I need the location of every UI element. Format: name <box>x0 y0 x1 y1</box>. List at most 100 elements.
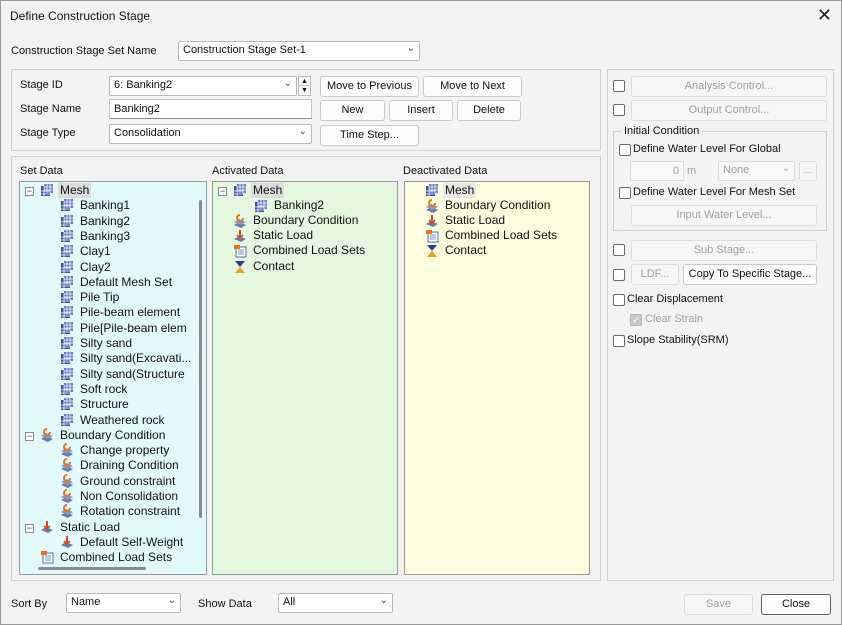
close-icon[interactable]: ✕ <box>817 6 832 24</box>
set-name-select[interactable]: Construction Stage Set-1 ⌄ <box>178 41 420 61</box>
tree-node-mesh-item[interactable]: Silty sand(Excavati... <box>78 351 193 366</box>
copy-to-stage-button[interactable]: Copy To Specific Stage... <box>683 264 817 285</box>
deactivated-data-tree[interactable]: Mesh Boundary Condition Static Load Comb… <box>404 181 590 575</box>
mesh-icon <box>60 321 74 335</box>
horizontal-scrollbar[interactable] <box>38 567 146 570</box>
tree-node-mesh-item[interactable]: Weathered rock <box>78 413 167 428</box>
water-level-select[interactable]: None ⌄ <box>718 161 795 181</box>
tree-node-label: Pile[Pile-beam elem <box>80 321 187 335</box>
collapse-icon[interactable]: − <box>25 432 34 441</box>
tree-node-boundary-condition[interactable]: Boundary Condition <box>443 198 552 213</box>
mesh-icon <box>60 229 74 243</box>
water-global-checkbox[interactable] <box>619 144 631 156</box>
stage-id-spinner[interactable]: ▲ ▼ <box>298 76 311 96</box>
sub-stage-button[interactable]: Sub Stage... <box>631 240 817 261</box>
move-previous-button[interactable]: Move to Previous <box>320 76 419 97</box>
tree-node-mesh-item[interactable]: Pile Tip <box>78 290 121 305</box>
tree-node-mesh[interactable]: Mesh <box>251 183 285 198</box>
tree-node-mesh-item[interactable]: Silty sand <box>78 336 134 351</box>
tree-node-label: Banking2 <box>80 214 131 228</box>
insert-button[interactable]: Insert <box>389 100 453 121</box>
slope-stability-checkbox[interactable] <box>613 335 625 347</box>
tree-node-label: Draining Condition <box>80 458 179 472</box>
tree-node-boundary-condition[interactable]: Boundary Condition <box>251 213 360 228</box>
tree-node-mesh[interactable]: Mesh <box>58 183 92 198</box>
analysis-control-checkbox[interactable] <box>613 80 625 92</box>
output-control-button[interactable]: Output Control... <box>631 100 827 121</box>
combined-load-icon <box>425 229 439 243</box>
mesh-icon <box>60 382 74 396</box>
tree-node-static-load[interactable]: Static Load <box>58 520 122 535</box>
tree-node-mesh-item[interactable]: Banking3 <box>78 229 132 244</box>
close-button[interactable]: Close <box>761 594 831 615</box>
tree-node-mesh-item[interactable]: Banking2 <box>78 214 132 229</box>
ldf-checkbox[interactable] <box>613 269 625 281</box>
tree-node-combined-load-sets[interactable]: Combined Load Sets <box>251 243 367 258</box>
tree-node-mesh-item[interactable]: Pile[Pile-beam elem <box>78 321 189 336</box>
spin-down-icon[interactable]: ▼ <box>299 86 310 95</box>
tree-node-banking2[interactable]: Banking2 <box>272 198 326 213</box>
tree-node-label: Boundary Condition <box>445 198 551 212</box>
analysis-control-button[interactable]: Analysis Control... <box>631 76 827 97</box>
contact-icon <box>425 244 439 258</box>
tree-node-mesh-item[interactable]: Clay1 <box>78 244 113 259</box>
stage-id-select[interactable]: 6: Banking2 ⌄ <box>109 76 297 96</box>
tree-node-mesh-item[interactable]: Silty sand(Structure <box>78 367 187 382</box>
activated-data-tree[interactable]: − Mesh Banking2 Boundary Condition Stati… <box>212 181 398 575</box>
set-data-tree[interactable]: − Mesh Banking1 Banking2 Banking3 Clay1 Clay2 D… <box>19 181 207 575</box>
collapse-icon[interactable]: − <box>218 187 227 196</box>
tree-node-label: Contact <box>445 243 487 257</box>
sort-by-select[interactable]: Name ⌄ <box>66 593 181 613</box>
input-water-level-button[interactable]: Input Water Level... <box>631 205 817 226</box>
clear-strain-checkbox[interactable]: ✓ <box>630 314 642 326</box>
save-button[interactable]: Save <box>684 594 753 615</box>
stage-name-input[interactable]: Banking2 <box>109 99 312 119</box>
tree-node-mesh[interactable]: Mesh <box>443 183 477 198</box>
water-level-input[interactable]: 0 <box>630 161 684 181</box>
tree-node-mesh-item[interactable]: Default Mesh Set <box>78 275 174 290</box>
tree-node-label: Pile Tip <box>80 290 120 304</box>
tree-node-contact[interactable]: Contact <box>251 259 296 274</box>
tree-node-label: Default Self-Weight <box>80 535 184 549</box>
sub-stage-checkbox[interactable] <box>613 244 625 256</box>
tree-node-label: Boundary Condition <box>60 428 166 442</box>
tree-node-mesh-item[interactable]: Pile-beam element <box>78 305 182 320</box>
collapse-icon[interactable]: − <box>25 187 34 196</box>
tree-node-mesh-item[interactable]: Clay2 <box>78 260 113 275</box>
show-data-select[interactable]: All ⌄ <box>278 593 393 613</box>
delete-button[interactable]: Delete <box>457 100 521 121</box>
stage-type-select[interactable]: Consolidation ⌄ <box>109 124 312 144</box>
water-mesh-checkbox[interactable] <box>619 187 631 199</box>
tree-node-static-item[interactable]: Default Self-Weight <box>78 535 185 550</box>
tree-node-mesh-item[interactable]: Structure <box>78 397 131 412</box>
tree-node-combined-load-sets[interactable]: Combined Load Sets <box>443 228 559 243</box>
title-bar: Define Construction Stage ✕ <box>1 1 841 31</box>
clear-displacement-label: Clear Displacement <box>627 293 723 305</box>
stage-type-label: Stage Type <box>20 127 76 139</box>
output-control-checkbox[interactable] <box>613 104 625 116</box>
new-button[interactable]: New <box>320 100 385 121</box>
chevron-down-icon: ⌄ <box>781 163 790 174</box>
tree-node-contact[interactable]: Contact <box>443 243 488 258</box>
tree-node-mesh-item[interactable]: Soft rock <box>78 382 129 397</box>
collapse-icon[interactable]: − <box>25 524 34 533</box>
ldf-button[interactable]: LDF... <box>631 264 679 285</box>
time-step-button[interactable]: Time Step... <box>320 125 419 146</box>
tree-node-mesh-item[interactable]: Banking1 <box>78 198 132 213</box>
tree-node-boundary-item[interactable]: Change property <box>78 443 171 458</box>
tree-node-static-load[interactable]: Static Load <box>443 213 507 228</box>
spin-up-icon[interactable]: ▲ <box>299 77 310 86</box>
move-next-button[interactable]: Move to Next <box>423 76 522 97</box>
tree-node-boundary-item[interactable]: Non Consolidation <box>78 489 180 504</box>
water-ellipsis-button[interactable]: ... <box>799 161 817 181</box>
tree-node-static-load[interactable]: Static Load <box>251 228 315 243</box>
vertical-scrollbar[interactable] <box>199 200 202 518</box>
tree-node-label: Clay1 <box>80 244 111 258</box>
tree-node-label: Banking1 <box>80 198 131 212</box>
tree-node-boundary-item[interactable]: Draining Condition <box>78 458 181 473</box>
tree-node-combined-load-sets[interactable]: Combined Load Sets <box>58 550 174 565</box>
tree-node-boundary-item[interactable]: Rotation constraint <box>78 504 182 519</box>
clear-displacement-checkbox[interactable] <box>613 294 625 306</box>
tree-node-boundary-condition[interactable]: Boundary Condition <box>58 428 167 443</box>
tree-node-boundary-item[interactable]: Ground constraint <box>78 474 177 489</box>
